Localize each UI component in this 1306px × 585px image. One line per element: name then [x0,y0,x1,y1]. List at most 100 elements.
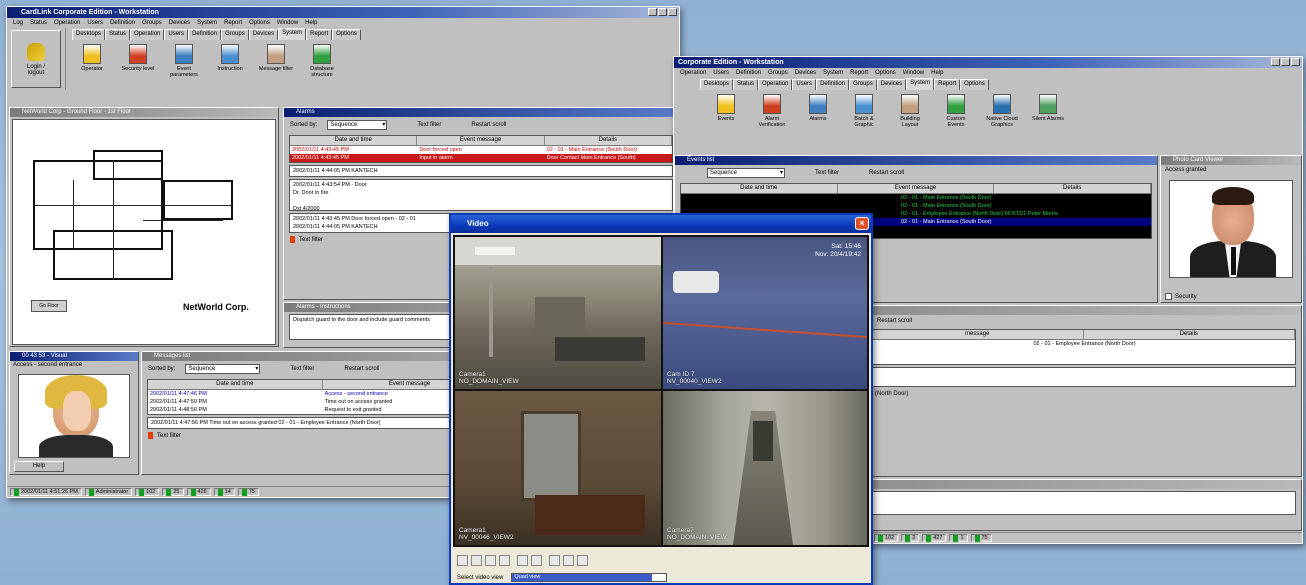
map-nav-button[interactable]: Go Floor [31,300,67,312]
menu-item-groups[interactable]: Groups [142,18,162,28]
close-icon[interactable]: × [855,217,869,230]
security-checkbox[interactable] [1165,293,1172,300]
tab-status[interactable]: Status [105,29,131,40]
tab-devices[interactable]: Devices [876,79,907,90]
menu-item-options[interactable]: Options [875,68,896,78]
column-header-details[interactable]: Details [994,184,1152,193]
menu-item-status[interactable]: Status [30,18,47,28]
tab-options[interactable]: Options [332,29,361,40]
right-lower-restart[interactable]: Restart scroll [877,318,912,324]
menu-item-report[interactable]: Report [224,18,242,28]
alarms-sort-select[interactable]: Sequence [327,120,388,130]
camera-view-1[interactable]: Camera1 NO_DOMAIN_VIEW [455,237,661,389]
events-text-filter[interactable]: Text filter [815,170,839,176]
record-icon[interactable] [485,555,496,566]
toolbar-button-message-filter[interactable]: Message filter [258,44,294,78]
tab-operation[interactable]: Operation [758,79,793,90]
tab-groups[interactable]: Groups [221,29,249,40]
column-header-message[interactable]: message [872,330,1084,339]
quad-view-icon[interactable] [471,555,482,566]
tab-options[interactable]: Options [960,79,989,90]
camera-view-2[interactable]: Sat: 15:46 Nov: 20/4/19:42 Cam ID 7 NV_0… [663,237,867,389]
camera-view-3[interactable]: Camera1 NV_00046_VIEW2 [455,391,661,545]
tab-definition[interactable]: Definition [188,29,222,40]
menu-item-users[interactable]: Users [87,18,103,28]
events-restart-scroll[interactable]: Restart scroll [869,170,904,176]
table-row[interactable]: 02 - 01 - Main Entrance (South Door) [681,194,1151,202]
minimize-icon[interactable] [648,8,657,16]
messages-text-filter[interactable]: Text filter [290,366,314,372]
toolbar-button-batch-graphic[interactable]: Batch & Graphic [846,94,882,140]
minimize-icon[interactable] [1271,58,1280,66]
tab-system[interactable]: System [906,78,935,90]
tab-status[interactable]: Status [733,79,759,90]
tab-report[interactable]: Report [934,79,961,90]
table-row[interactable]: 02 - 01 - Main Entrance (South Door) [681,202,1151,210]
menu-item-window[interactable]: Window [277,18,298,28]
toolbar-button-building-layout[interactable]: Building Layout [892,94,928,140]
tab-desktops[interactable]: Desktops [700,79,734,90]
floor-plan[interactable]: Go Floor NetWorld Corp. [12,119,276,345]
toolbar-button-alarms[interactable]: Alarms [800,94,836,140]
alarms-text-filter[interactable]: Text filter [417,122,441,128]
video-titlebar[interactable]: Video × [451,215,871,233]
menu-item-definition[interactable]: Definition [736,68,761,78]
login-button[interactable]: Login / logout [11,30,61,88]
column-header-date-and-time[interactable]: Date and time [148,380,323,389]
menu-item-help[interactable]: Help [931,68,943,78]
column-header-event-message[interactable]: Event message [417,136,545,145]
close-icon[interactable] [1291,58,1300,66]
column-header-date-and-time[interactable]: Date and time [290,136,418,145]
toolbar-button-custom-events[interactable]: Custom Events [938,94,974,140]
menu-item-devices[interactable]: Devices [169,18,190,28]
close-icon[interactable] [668,8,677,16]
messages-filter-button[interactable]: Text filter [157,433,181,439]
toolbar-button-operator[interactable]: Operator [74,44,110,78]
toolbar-button-events[interactable]: Events [708,94,744,140]
toolbar-button-instruction[interactable]: Instruction [212,44,248,78]
menu-item-groups[interactable]: Groups [768,68,788,78]
toolbar-button-alarm-verification[interactable]: Alarm Verification [754,94,790,140]
menu-item-users[interactable]: Users [713,68,729,78]
toolbar-button-security-level[interactable]: Security level [120,44,156,78]
user-icon[interactable] [577,555,588,566]
tab-report[interactable]: Report [306,29,333,40]
tab-definition[interactable]: Definition [816,79,850,90]
column-header-details[interactable]: Details [1084,330,1295,339]
properties-icon[interactable] [549,555,560,566]
menu-item-window[interactable]: Window [903,68,924,78]
camera-view-4[interactable]: Camera7 NO_DOMAIN_VIEW [663,391,867,545]
toolbar-button-database-structure[interactable]: Database structure [304,44,340,78]
right-window-titlebar[interactable]: Corporate Edition - Workstation [674,57,1302,68]
messages-sort-select[interactable]: Sequence [185,364,261,374]
menu-item-definition[interactable]: Definition [110,18,135,28]
menu-item-log[interactable]: Log [13,18,23,28]
messages-restart-scroll[interactable]: Restart scroll [344,366,379,372]
maximize-icon[interactable] [1281,58,1290,66]
table-row[interactable]: 2002/01/11 4:43:45 PM Input in alarm Door … [290,154,672,162]
toolbar-button-event-parameters[interactable]: Event parameters [166,44,202,78]
menu-item-system[interactable]: System [823,68,843,78]
play-icon[interactable] [531,555,542,566]
help-icon[interactable] [563,555,574,566]
single-view-icon[interactable] [457,555,468,566]
alarms-filter-button[interactable]: Text filter [299,237,323,243]
tab-devices[interactable]: Devices [248,29,279,40]
events-sort-select[interactable]: Sequence [707,168,785,178]
column-header-date-and-time[interactable]: Date and time [681,184,838,193]
maximize-icon[interactable] [658,8,667,16]
tab-operation[interactable]: Operation [130,29,165,40]
menu-item-options[interactable]: Options [249,18,270,28]
column-header-event-message[interactable]: Event message [838,184,995,193]
tab-desktops[interactable]: Desktops [72,29,106,40]
menu-item-help[interactable]: Help [305,18,317,28]
toolbar-button-native-cloud-graphics[interactable]: Native Cloud Graphics [984,94,1020,140]
left-window-titlebar[interactable]: CardLink Corporate Edition - Workstation [7,7,679,18]
menu-item-devices[interactable]: Devices [795,68,816,78]
toolbar-button-silent-alarms[interactable]: Silent Alarms [1030,94,1066,140]
stop-icon[interactable] [499,555,510,566]
column-header-details[interactable]: Details [545,136,672,145]
tab-groups[interactable]: Groups [849,79,877,90]
menu-item-report[interactable]: Report [850,68,868,78]
visitor-help-button[interactable]: Help [14,461,64,472]
